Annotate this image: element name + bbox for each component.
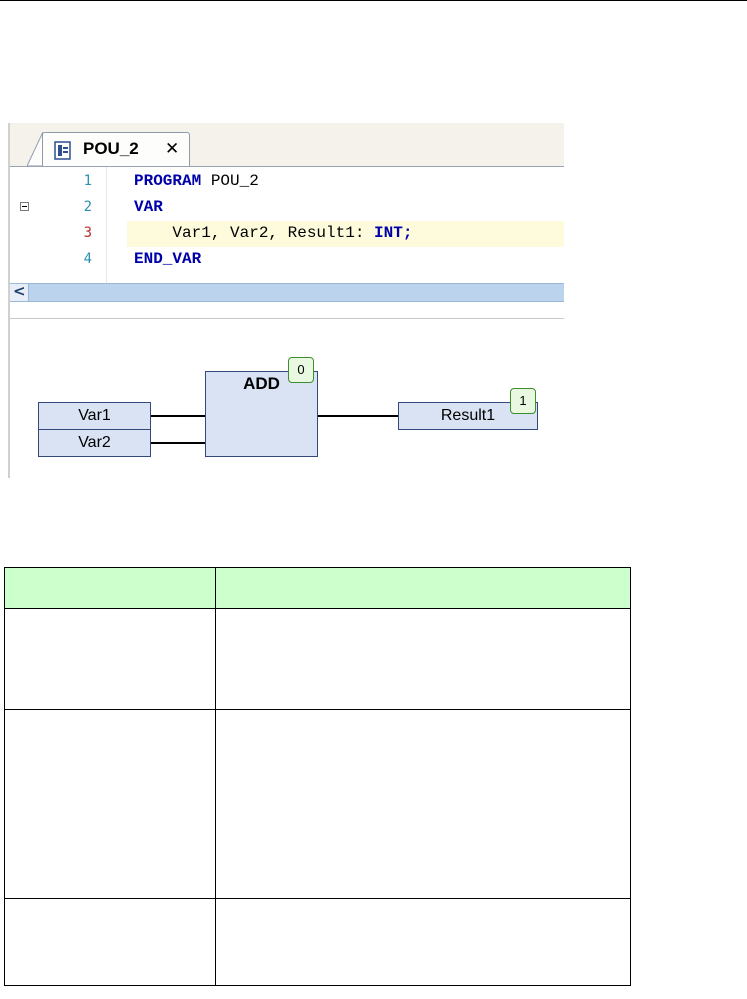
ide-screenshot: POU_2 ✕ 1 PROGRAM POU_2 2 VAR 3 Var1, Va… xyxy=(8,123,564,478)
description-table xyxy=(4,567,631,986)
top-rule xyxy=(0,0,747,1)
code-line[interactable]: 2 VAR xyxy=(10,195,564,221)
table-cell xyxy=(215,608,631,710)
close-icon[interactable]: ✕ xyxy=(165,139,179,159)
line-number: 4 xyxy=(83,251,92,267)
add-function-block[interactable]: ADD xyxy=(205,371,318,457)
input-var2-label: Var2 xyxy=(78,434,111,451)
table-header-row xyxy=(4,567,631,609)
identifier-token: POU_2 xyxy=(201,172,259,190)
declaration-editor[interactable]: 1 PROGRAM POU_2 2 VAR 3 Var1, Var2, Resu… xyxy=(10,167,564,283)
code-text: VAR xyxy=(134,198,163,216)
execution-order-badge: 1 xyxy=(510,388,536,414)
table-header-cell xyxy=(4,567,216,609)
chevron-left-icon: < xyxy=(13,282,26,300)
table-cell xyxy=(215,709,631,899)
wire-var2-add xyxy=(151,442,206,444)
execution-order-badge: 0 xyxy=(288,357,314,383)
keyword-token: INT; xyxy=(374,224,413,242)
line-number: 3 xyxy=(83,225,92,241)
code-line-current[interactable]: 3 Var1, Var2, Result1: INT; xyxy=(10,221,564,247)
table-row xyxy=(4,709,631,899)
table-cell xyxy=(4,608,216,710)
input-var1[interactable]: Var1 xyxy=(38,402,151,430)
tab-pou-2[interactable]: POU_2 ✕ xyxy=(42,132,190,166)
fbd-diagram[interactable]: Var1 Var2 ADD 0 Result1 1 xyxy=(8,319,564,478)
tab-title: POU_2 xyxy=(83,139,139,158)
horizontal-scrollbar[interactable]: < xyxy=(10,282,564,302)
line-number: 2 xyxy=(83,199,92,215)
keyword-token: PROGRAM xyxy=(134,172,202,190)
code-line[interactable]: 4 END_VAR xyxy=(10,247,564,273)
input-var1-label: Var1 xyxy=(78,407,111,424)
code-text: END_VAR xyxy=(134,250,201,268)
tab-slope xyxy=(27,132,43,166)
table-cell xyxy=(215,898,631,986)
scroll-left-button[interactable]: < xyxy=(10,282,29,301)
line-number: 1 xyxy=(83,173,92,189)
identifier-token: Var1, Var2, Result1: xyxy=(134,224,375,242)
code-text: PROGRAM POU_2 xyxy=(134,172,259,190)
wire-add-result xyxy=(318,415,398,417)
table-cell xyxy=(4,709,216,899)
output-result1-label: Result1 xyxy=(440,407,496,424)
code-line[interactable]: 1 PROGRAM POU_2 xyxy=(10,169,564,195)
pou-document-icon xyxy=(54,141,71,160)
editor-tab-bar: POU_2 ✕ xyxy=(10,123,564,167)
table-row xyxy=(4,608,631,710)
input-var2[interactable]: Var2 xyxy=(38,429,151,457)
keyword-token: VAR xyxy=(134,198,163,216)
wire-var1-add xyxy=(151,415,206,417)
table-header-cell xyxy=(215,567,631,609)
fold-collapse-icon[interactable] xyxy=(20,202,29,211)
keyword-token: END_VAR xyxy=(134,250,202,268)
table-cell xyxy=(4,898,216,986)
table-row xyxy=(4,898,631,986)
code-text: Var1, Var2, Result1: INT; xyxy=(134,224,412,242)
